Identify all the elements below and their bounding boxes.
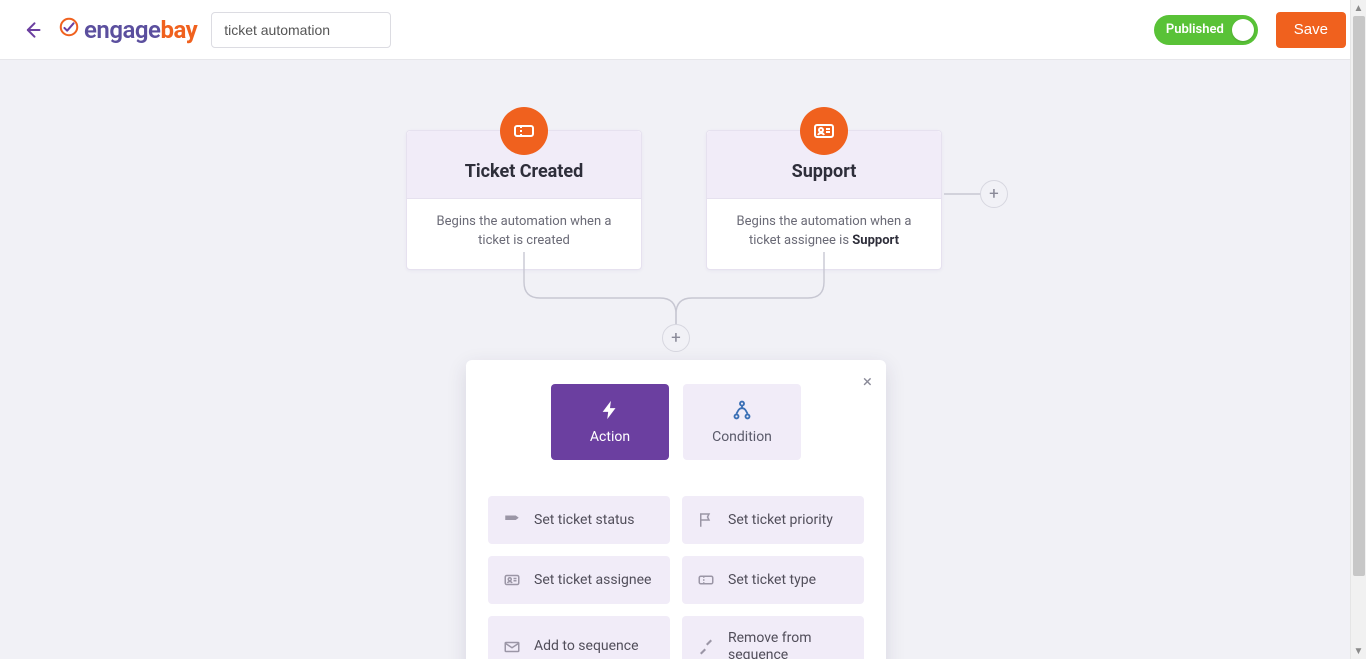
logo-text-1: engage [84, 16, 160, 44]
close-button[interactable]: × [863, 374, 872, 391]
option-set-ticket-assignee[interactable]: Set ticket assignee [488, 556, 670, 604]
tools-icon [696, 638, 716, 656]
id-card-icon [502, 571, 522, 589]
trigger-description: Begins the automation when a ticket is c… [407, 199, 641, 269]
add-trigger-button[interactable]: + [980, 180, 1008, 208]
option-label: Set ticket status [534, 512, 634, 529]
tab-label: Action [590, 429, 630, 445]
automation-name-input[interactable] [211, 12, 391, 48]
tab-row: Action Condition [488, 384, 864, 460]
option-set-ticket-priority[interactable]: Set ticket priority [682, 496, 864, 544]
scrollbar-thumb[interactable] [1353, 16, 1365, 576]
option-label: Add to sequence [534, 638, 639, 655]
trigger-description: Begins the automation when a ticket assi… [707, 199, 941, 269]
action-option-grid: Set ticket status Set ticket priority Se… [488, 496, 864, 659]
trigger-node-ticket-created[interactable]: Ticket Created Begins the automation whe… [406, 130, 642, 270]
close-icon: × [863, 372, 872, 392]
option-set-ticket-status[interactable]: Set ticket status [488, 496, 670, 544]
option-remove-from-sequence[interactable]: Remove from sequence [682, 616, 864, 659]
scroll-up-icon: ▲ [1351, 0, 1366, 16]
add-node-button[interactable]: + [662, 324, 690, 352]
plus-icon: + [671, 328, 681, 348]
toggle-knob [1232, 19, 1254, 41]
tab-condition[interactable]: Condition [683, 384, 801, 460]
save-button[interactable]: Save [1276, 12, 1346, 48]
trigger-node-support[interactable]: Support Begins the automation when a tic… [706, 130, 942, 270]
published-toggle[interactable]: Published [1154, 15, 1258, 45]
window-scrollbar[interactable]: ▲ ▼ [1350, 0, 1366, 659]
branch-icon [731, 399, 753, 421]
ticket-icon [696, 571, 716, 589]
option-label: Set ticket priority [728, 512, 833, 529]
arrow-left-icon [22, 20, 42, 40]
logo-text-2: bay [160, 16, 197, 44]
header-bar: engagebay Published Save [0, 0, 1366, 60]
back-button[interactable] [20, 18, 44, 42]
scroll-down-icon: ▼ [1351, 643, 1366, 659]
tab-label: Condition [712, 429, 772, 445]
option-add-to-sequence[interactable]: Add to sequence [488, 616, 670, 659]
tab-action[interactable]: Action [551, 384, 669, 460]
option-label: Set ticket type [728, 572, 816, 589]
mail-icon [502, 638, 522, 656]
logo-mark-icon [58, 16, 80, 38]
published-label: Published [1166, 22, 1224, 37]
plus-icon: + [989, 184, 999, 204]
tag-icon [502, 511, 522, 529]
automation-canvas[interactable]: Ticket Created Begins the automation whe… [0, 60, 1366, 659]
id-card-icon [800, 107, 848, 155]
lightning-icon [599, 399, 621, 421]
flag-icon [696, 511, 716, 529]
option-label: Set ticket assignee [534, 572, 651, 589]
logo: engagebay [58, 16, 197, 44]
add-step-popup: × Action Condition Set ticket stat [466, 360, 886, 659]
option-label: Remove from sequence [728, 630, 850, 659]
option-set-ticket-type[interactable]: Set ticket type [682, 556, 864, 604]
ticket-icon [500, 107, 548, 155]
